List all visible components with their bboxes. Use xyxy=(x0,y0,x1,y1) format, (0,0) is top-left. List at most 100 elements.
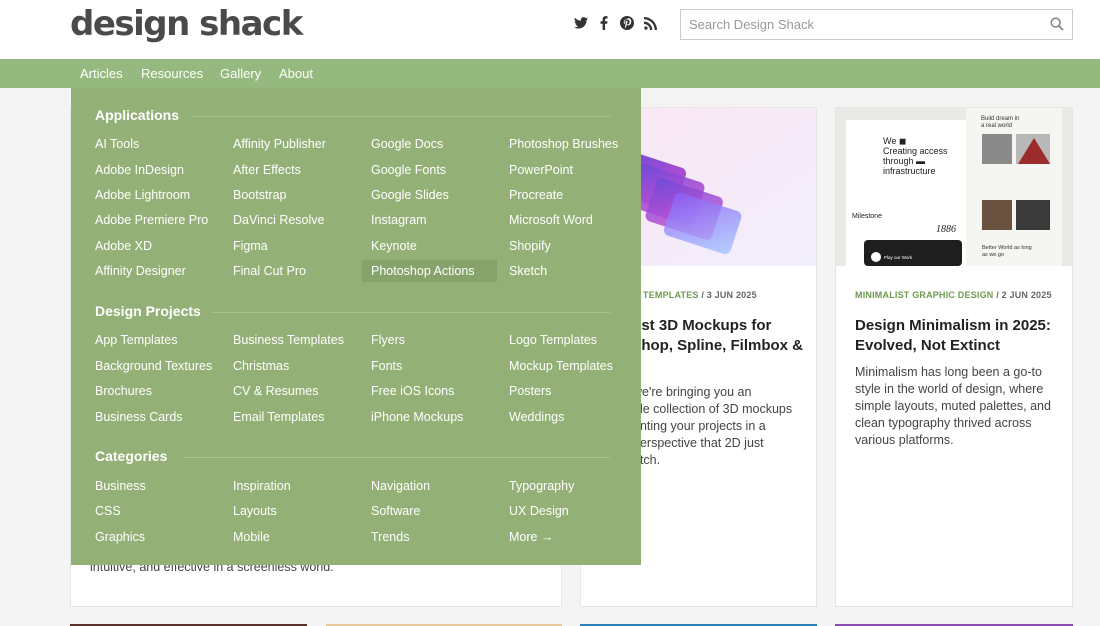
menu-link[interactable]: Navigation xyxy=(371,479,430,493)
pinterest-icon[interactable] xyxy=(620,14,634,32)
card-middle-meta: TEMPLATES / 3 JUN 2025 xyxy=(643,290,757,300)
menu-link[interactable]: After Effects xyxy=(233,163,301,177)
card-middle-text-line: enting your projects in a xyxy=(633,419,766,433)
card-middle-category[interactable]: TEMPLATES xyxy=(643,290,699,300)
image-headline-line-2: Creating access xyxy=(883,146,948,156)
menu-link[interactable]: Google Fonts xyxy=(371,163,446,177)
search-box xyxy=(680,9,1073,40)
menu-link[interactable]: Mobile xyxy=(233,530,270,544)
menu-link[interactable]: PowerPoint xyxy=(509,163,573,177)
menu-link[interactable]: AI Tools xyxy=(95,137,139,151)
menu-link[interactable]: Instagram xyxy=(371,213,427,227)
nav-item-resources[interactable]: Resources xyxy=(141,66,203,81)
menu-link[interactable]: Affinity Publisher xyxy=(233,137,326,151)
menu-link[interactable]: Inspiration xyxy=(233,479,291,493)
menu-link[interactable]: Flyers xyxy=(371,333,405,347)
card-right-category[interactable]: MINIMALIST GRAPHIC DESIGN xyxy=(855,290,994,300)
article-card-right[interactable]: We ◼ Creating access through ▬ infrastru… xyxy=(835,107,1073,607)
menu-link[interactable]: Business Cards xyxy=(95,410,183,424)
card-right-meta: MINIMALIST GRAPHIC DESIGN / 2 JUN 2025 xyxy=(855,290,1052,300)
menu-link[interactable]: Microsoft Word xyxy=(509,213,593,227)
image-headline-line-1: We ◼ xyxy=(883,136,906,146)
card-middle-text-line: atch. xyxy=(633,453,661,467)
menu-link[interactable]: Procreate xyxy=(509,188,563,202)
image-year-text: 1886 xyxy=(936,224,956,235)
card-middle-text-line: we're bringing you an xyxy=(633,385,752,399)
card-middle-title-line: shop, Spline, Filmbox & xyxy=(633,337,804,354)
card-right-title-line: Design Minimalism in 2025: xyxy=(855,317,1051,334)
menu-link[interactable]: CV & Resumes xyxy=(233,384,318,398)
menu-link[interactable]: App Templates xyxy=(95,333,177,347)
menu-link[interactable]: Email Templates xyxy=(233,410,324,424)
menu-link[interactable]: iPhone Mockups xyxy=(371,410,463,424)
image-build-text-2: a real world xyxy=(981,123,1012,129)
card-right-date: / 2 JUN 2025 xyxy=(996,290,1052,300)
menu-link[interactable]: Adobe Premiere Pro xyxy=(95,213,208,227)
menu-link[interactable]: Background Textures xyxy=(95,359,212,373)
menu-link[interactable]: Christmas xyxy=(233,359,289,373)
facebook-icon[interactable] xyxy=(597,14,611,32)
nav-item-about[interactable]: About xyxy=(279,66,313,81)
menu-link[interactable]: Fonts xyxy=(371,359,402,373)
card-middle-text-line: ble collection of 3D mockups xyxy=(633,402,793,416)
card-right-text-line: Minimalism has long been a go-to xyxy=(855,365,1042,379)
menu-link[interactable]: Adobe InDesign xyxy=(95,163,184,177)
menu-link[interactable]: Sketch xyxy=(509,264,547,278)
rss-icon[interactable] xyxy=(643,14,657,32)
menu-link[interactable]: Google Docs xyxy=(371,137,443,151)
menu-link[interactable]: Typography xyxy=(509,479,574,493)
menu-link[interactable]: Shopify xyxy=(509,239,551,253)
menu-link[interactable]: Business Templates xyxy=(233,333,344,347)
twitter-icon[interactable] xyxy=(574,14,588,32)
social-links xyxy=(574,14,657,32)
section-divider xyxy=(211,312,610,313)
search-input[interactable] xyxy=(681,10,1041,39)
card-right-title-line: Evolved, Not Extinct xyxy=(855,337,1001,354)
menu-link[interactable]: Free iOS Icons xyxy=(371,384,454,398)
card-middle-title[interactable]: est 3D Mockups for shop, Spline, Filmbox… xyxy=(633,316,818,356)
menu-link[interactable]: Bootstrap xyxy=(233,188,287,202)
menu-link[interactable]: Brochures xyxy=(95,384,152,398)
nav-item-gallery[interactable]: Gallery xyxy=(220,66,261,81)
nav-item-articles[interactable]: Articles xyxy=(80,66,123,81)
card-right-text-line: various platforms. xyxy=(855,433,954,447)
menu-link[interactable]: DaVinci Resolve xyxy=(233,213,324,227)
menu-link-more[interactable]: More → xyxy=(509,530,553,544)
menu-link[interactable]: Adobe Lightroom xyxy=(95,188,190,202)
image-play-text: Play our Work xyxy=(884,255,913,260)
menu-link[interactable]: Affinity Designer xyxy=(95,264,186,278)
card-middle-text-line: perspective that 2D just xyxy=(633,436,764,450)
menu-link[interactable]: Layouts xyxy=(233,504,277,518)
menu-link[interactable]: Mockup Templates xyxy=(509,359,613,373)
menu-link[interactable]: Photoshop Brushes xyxy=(509,137,618,151)
menu-link[interactable]: Figma xyxy=(233,239,268,253)
section-title-categories: Categories xyxy=(95,448,168,464)
search-icon[interactable] xyxy=(1050,17,1064,31)
menu-link[interactable]: Business xyxy=(95,479,146,493)
card-right-title[interactable]: Design Minimalism in 2025: Evolved, Not … xyxy=(855,316,1070,356)
menu-link[interactable]: Graphics xyxy=(95,530,145,544)
image-headline-line-3: through ▬ xyxy=(883,156,925,166)
card-right-image[interactable]: We ◼ Creating access through ▬ infrastru… xyxy=(836,108,1072,266)
section-divider xyxy=(191,116,610,117)
menu-link[interactable]: Weddings xyxy=(509,410,564,424)
menu-link[interactable]: Adobe XD xyxy=(95,239,152,253)
menu-link-hovered[interactable]: Photoshop Actions xyxy=(362,260,497,282)
menu-link[interactable]: Google Slides xyxy=(371,188,449,202)
menu-link[interactable]: Posters xyxy=(509,384,551,398)
card-middle-excerpt: we're bringing you an ble collection of … xyxy=(633,384,818,469)
menu-link[interactable]: Software xyxy=(371,504,420,518)
menu-link[interactable]: Final Cut Pro xyxy=(233,264,306,278)
menu-link[interactable]: UX Design xyxy=(509,504,569,518)
card-middle-title-line: est 3D Mockups for xyxy=(633,317,772,334)
card-right-excerpt: Minimalism has long been a go-to style i… xyxy=(855,364,1070,449)
section-title-design-projects: Design Projects xyxy=(95,303,201,319)
image-build-text: Build dream in xyxy=(981,116,1019,122)
menu-link[interactable]: Logo Templates xyxy=(509,333,597,347)
menu-link[interactable]: CSS xyxy=(95,504,121,518)
menu-link[interactable]: Trends xyxy=(371,530,409,544)
card-right-text-line: simple layouts, muted palettes, and xyxy=(855,399,1051,413)
site-logo[interactable]: design shack xyxy=(70,4,303,44)
menu-link[interactable]: Keynote xyxy=(371,239,417,253)
section-title-applications: Applications xyxy=(95,107,180,123)
